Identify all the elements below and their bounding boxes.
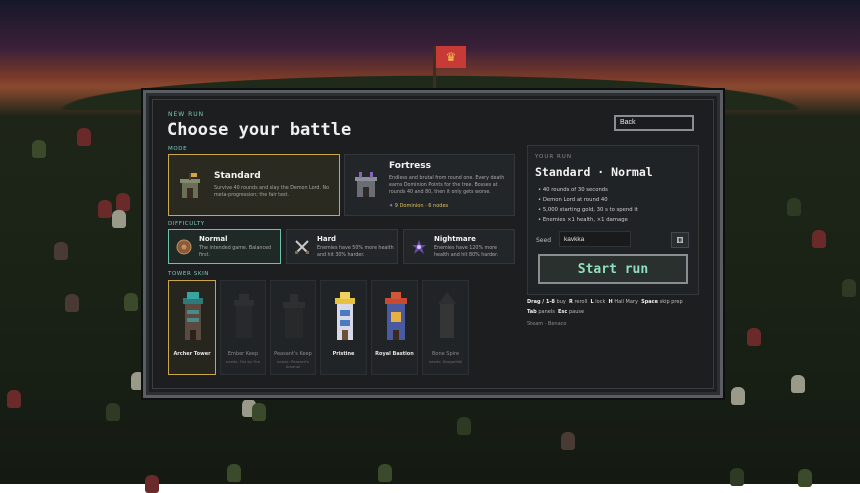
dominion-meta: ✦ 9 Dominion · 6 nodes [389,203,449,209]
new-run-panel: NEW RUN Choose your battle MODE Standard… [143,90,723,398]
tower-skin-name: Ember Keep [227,351,259,357]
mode-title: Fortress [389,161,431,171]
crowd-figure [115,192,130,211]
back-button[interactable]: Back [614,115,694,131]
crowd-figure [31,140,46,159]
difficulty-section-label: DIFFICULTY [168,221,205,227]
tower-skin-requirement: needs: Peasant's Arsenal [277,359,309,369]
crowd-figure [54,241,69,260]
tower-skin-name: Royal Bastion [375,351,414,357]
nightmare-eye-icon [409,237,429,257]
difficulty-card-normal[interactable]: Normal The intended game. Balanced first… [168,229,281,264]
crossed-swords-icon [292,237,312,257]
mode-desc: Survive 40 rounds and slay the Demon Lor… [214,186,330,198]
bone-spire-icon [432,291,462,341]
tower-skin-section-label: TOWER SKIN [168,271,210,277]
mode-title: Standard [214,171,261,181]
tower-skin-ember-keep[interactable]: Ember Keep needs: Fist by Fire [220,280,266,375]
difficulty-card-nightmare[interactable]: Nightmare Enemies have 120% more health … [403,229,515,264]
run-summary-title: Standard · Normal [535,165,653,179]
tower-skin-archer-tower[interactable]: Archer Tower [168,280,216,375]
run-detail-item: • Demon Lord at round 40 [538,197,608,203]
crowd-figure [76,127,91,146]
crowd-figure [747,328,762,347]
crowd-figure [561,431,576,450]
difficulty-title: Hard [317,235,337,243]
tower-skin-name: Archer Tower [173,351,211,357]
crowd-figure [456,417,471,436]
mode-desc: Endless and brutal from round one. Every… [389,176,505,195]
crowd-figure [112,210,127,229]
run-detail-item: • Enemies ×1 health, ×1 damage [538,217,628,223]
difficulty-title: Normal [199,235,228,243]
royal-bastion-icon [381,289,411,343]
mode-card-fortress[interactable]: Fortress Endless and brutal from round o… [344,154,515,216]
shield-icon [174,237,194,257]
run-detail-item: • 40 rounds of 30 seconds [538,187,608,193]
your-run-panel: YOUR RUN Standard · Normal • 40 rounds o… [527,145,699,295]
mode-card-standard[interactable]: Standard Survive 40 rounds and slay the … [168,154,340,216]
tower-skin-pristine[interactable]: Pristine [320,280,367,375]
crowd-figure [65,294,80,313]
difficulty-title: Nightmare [434,235,476,243]
peasants-keep-icon [279,291,309,341]
run-detail-item: • 5,000 starting gold, 30 s to spend it [538,207,638,213]
crowd-figure [123,292,138,311]
crowd-figure [106,403,121,422]
start-run-button[interactable]: Start run [538,254,688,284]
page-title: Choose your battle [167,120,352,140]
castle-icon [177,171,203,201]
mode-section-label: MODE [168,146,188,152]
crown-flag-icon: ♛ [436,46,466,68]
crowd-figure [811,230,826,249]
crowd-figure [790,375,805,394]
tower-skin-bone-spire[interactable]: Bone Spire needs: Dragonfall [422,280,469,375]
tower-skin-royal-bastion[interactable]: Royal Bastion [371,280,418,375]
tower-skin-requirement: needs: Fist by Fire [225,359,261,364]
tower-skin-peasants-keep[interactable]: Peasant's Keep needs: Peasant's Arsenal [270,280,316,375]
pristine-tower-icon [330,289,360,343]
crowd-figure [798,468,813,487]
tower-skin-name: Pristine [332,351,355,357]
your-run-kicker: YOUR RUN [535,154,572,160]
difficulty-desc: The intended game. Balanced first. [199,246,272,258]
crowd-figure [841,278,856,297]
keyboard-hints-line-1: Drag / 1-8 buy R reroll L lock H Hail Ma… [527,299,683,305]
archer-tower-icon [178,289,208,343]
fortress-icon [353,170,379,200]
dominion-icon: ✦ [389,203,394,209]
crowd-figure [98,200,113,219]
crowd-figure [377,463,392,482]
crowd-figure [7,389,22,408]
footer-credit: Steam · Benaco [527,321,567,327]
difficulty-card-hard[interactable]: Hard Enemies have 50% more health and hi… [286,229,398,264]
randomize-seed-button[interactable]: ⚅ [671,232,689,248]
panel-kicker: NEW RUN [168,111,205,118]
crowd-figure [251,402,266,421]
tower-skin-name: Bone Spire [431,351,460,357]
crowd-figure [226,463,241,482]
seed-label: Seed [536,237,551,244]
tower-skin-name: Peasant's Keep [274,351,312,357]
crowd-figure [731,386,746,405]
tower-skin-requirement: needs: Dragonfall [428,359,463,364]
difficulty-desc: Enemies have 120% more health and hit 80… [434,246,499,258]
crowd-figure [787,198,802,217]
keyboard-hints-line-2: Tab panels Esc pause [527,309,585,315]
dice-icon: ⚅ [676,235,684,245]
difficulty-desc: Enemies have 50% more health and hit 30%… [317,246,394,258]
ember-keep-icon [229,291,259,341]
seed-input[interactable] [559,231,631,247]
